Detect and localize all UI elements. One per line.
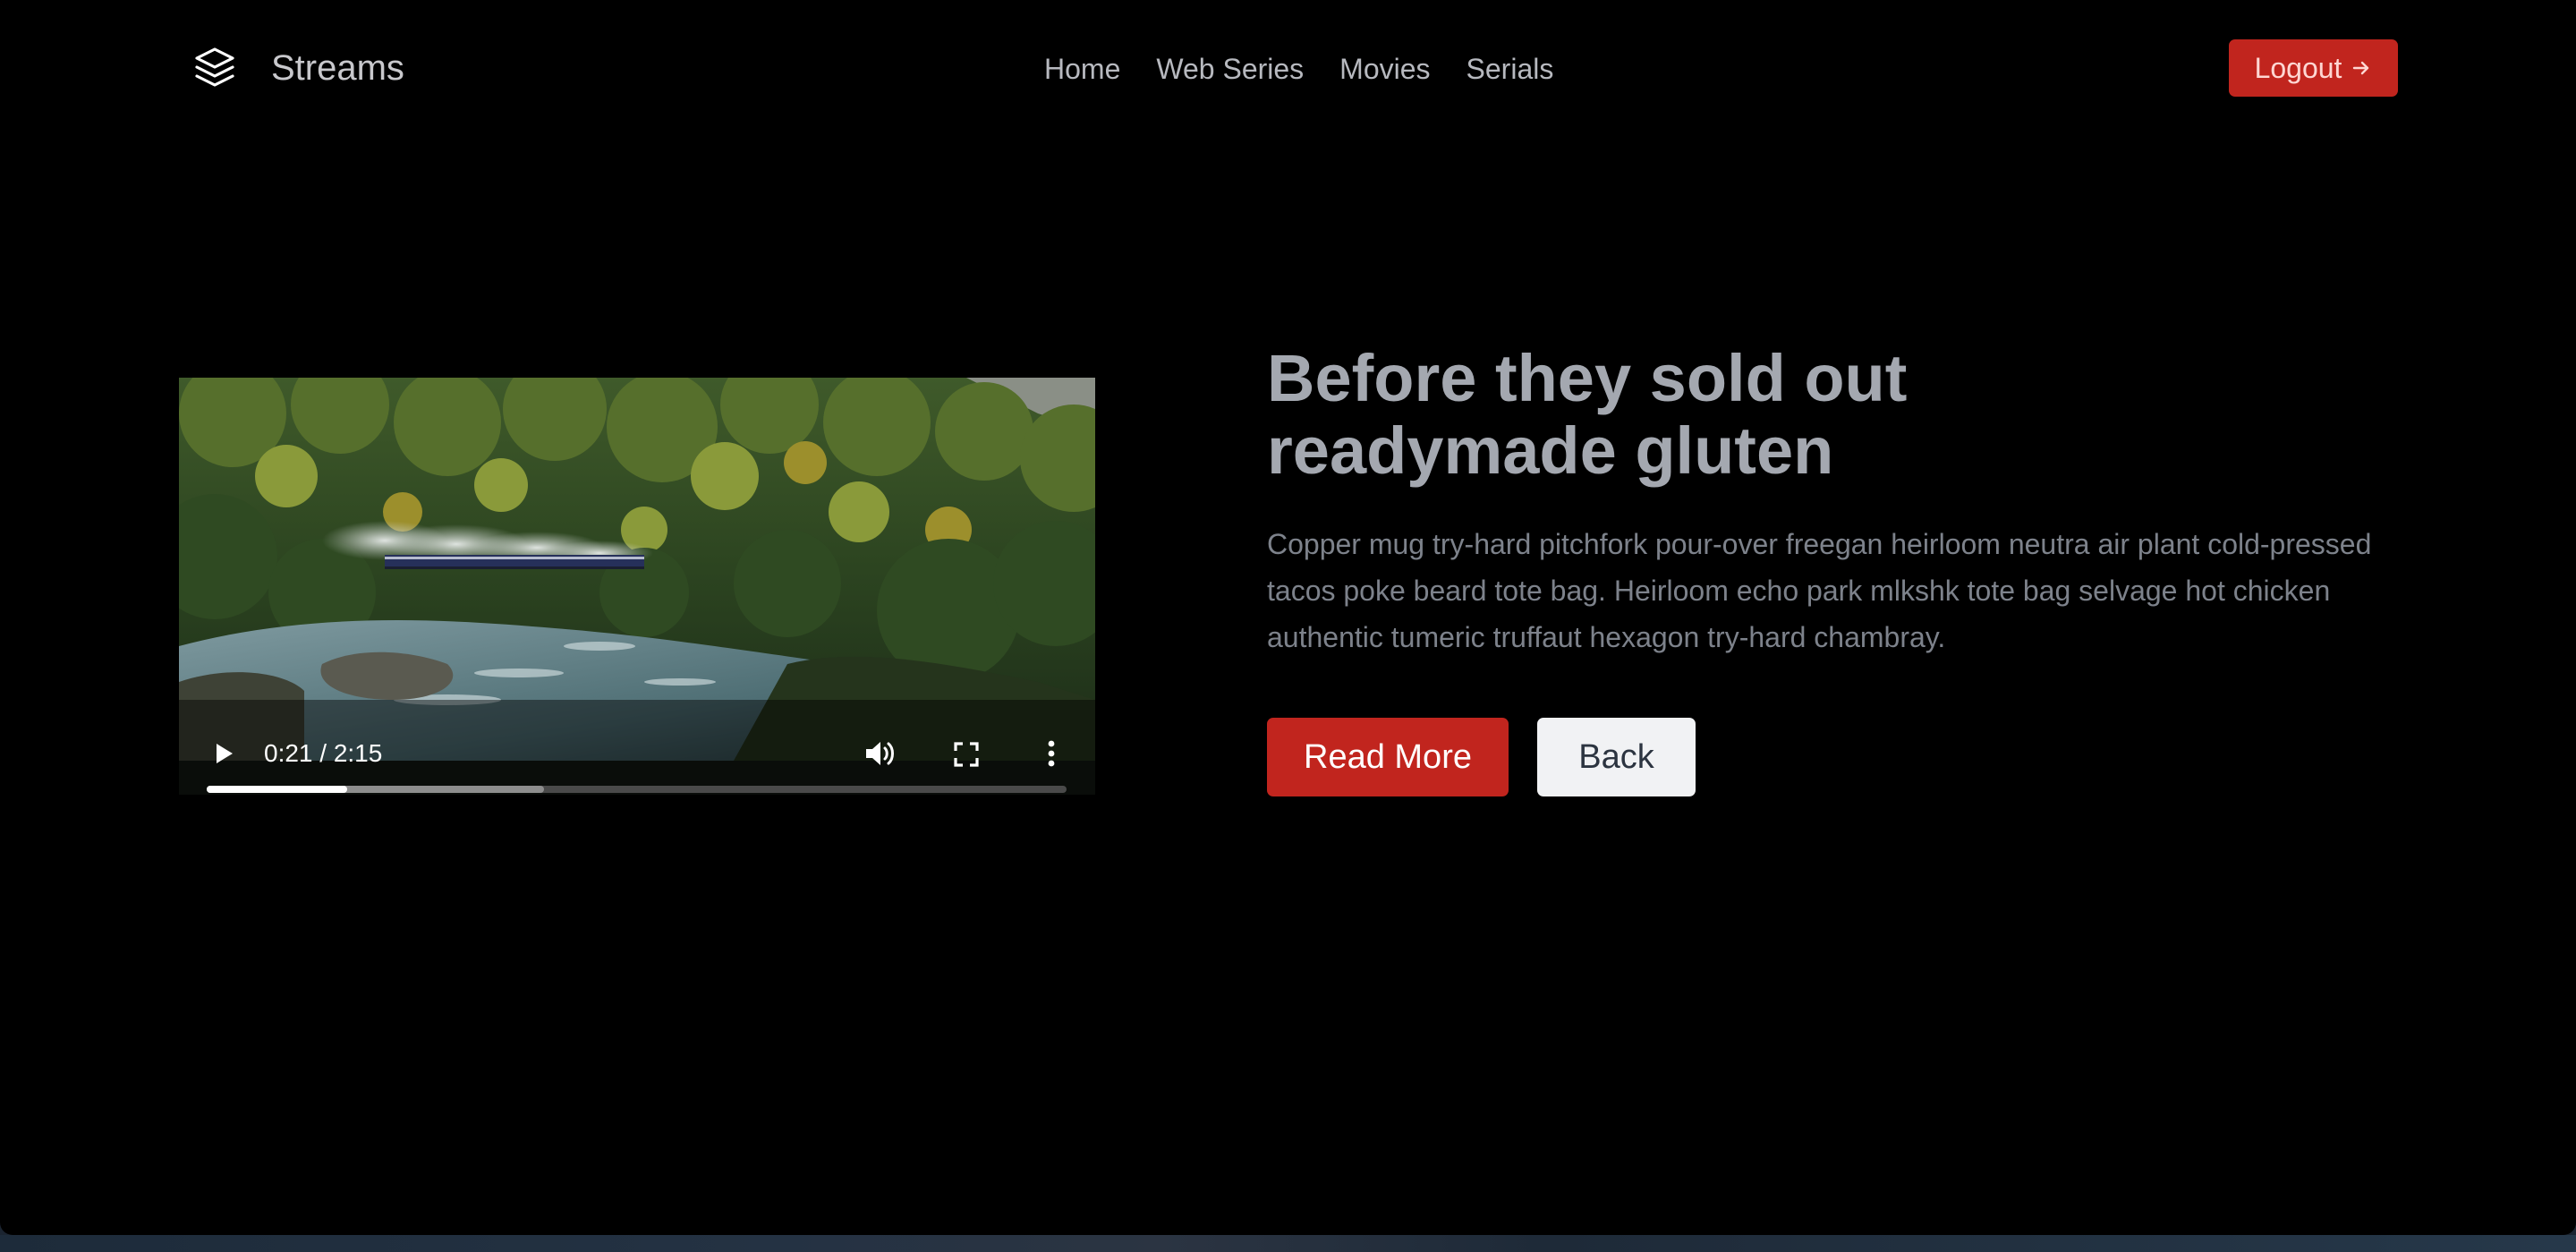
read-more-button[interactable]: Read More: [1267, 718, 1509, 796]
nav-serials[interactable]: Serials: [1467, 48, 1554, 89]
desktop-background: [0, 1235, 2576, 1252]
video-player[interactable]: 0:21 / 2:15: [179, 378, 1095, 795]
time-display: 0:21 / 2:15: [264, 739, 383, 767]
hero-title: Before they sold out readymade gluten: [1267, 341, 1908, 488]
hero-description: Copper mug try-hard pitchfork pour-over …: [1267, 528, 2372, 653]
main-nav: Home Web Series Movies Serials: [1044, 48, 1553, 89]
play-icon[interactable]: [209, 740, 236, 767]
video-controls: 0:21 / 2:15: [179, 718, 1095, 795]
brand-name[interactable]: Streams: [271, 47, 404, 89]
logout-label: Logout: [2254, 51, 2342, 84]
nav-movies[interactable]: Movies: [1339, 48, 1430, 89]
hero-content: Before they sold out readymade gluten Co…: [1267, 342, 2403, 796]
seek-bar[interactable]: [207, 786, 1067, 793]
back-button[interactable]: Back: [1537, 718, 1696, 796]
volume-icon[interactable]: [863, 737, 898, 770]
arrow-right-icon: [2353, 61, 2369, 75]
seek-played: [207, 786, 347, 793]
layers-icon[interactable]: [191, 44, 238, 90]
fullscreen-icon[interactable]: [952, 740, 981, 769]
video-frame[interactable]: [179, 378, 1095, 761]
logout-button[interactable]: Logout: [2229, 39, 2398, 97]
hero-actions: Read More Back: [1267, 718, 2403, 796]
nav-home[interactable]: Home: [1044, 48, 1120, 89]
header: Streams Home Web Series Movies Serials L…: [0, 0, 2576, 136]
nav-web-series[interactable]: Web Series: [1156, 48, 1304, 89]
video-thumbnail: [179, 378, 1095, 761]
app-window: Streams Home Web Series Movies Serials L…: [0, 0, 2576, 1235]
more-vertical-icon[interactable]: [1038, 737, 1065, 770]
